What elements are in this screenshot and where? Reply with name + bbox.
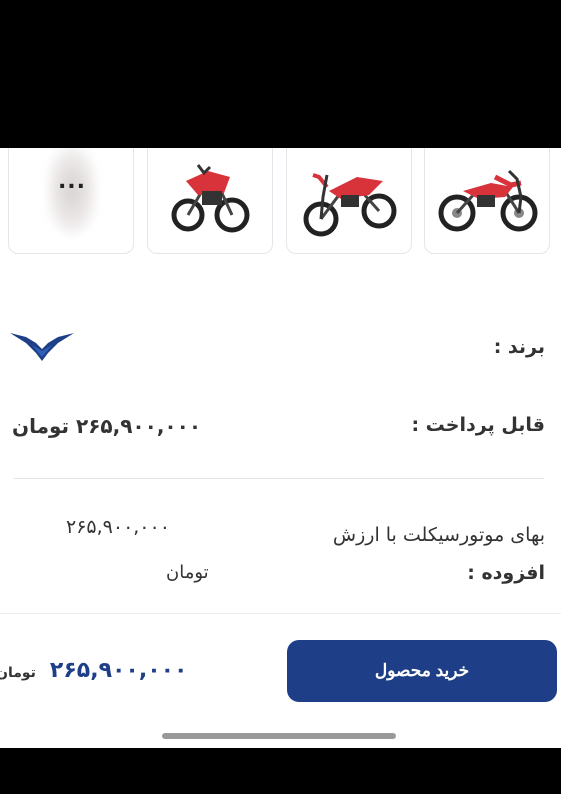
product-screen: ... برند : قابل پرداخت : ۲۶۵,۹۰۰,۰۰۰ توم… <box>0 148 561 748</box>
footer-price: ۲۶۵,۹۰۰,۰۰۰ تومان <box>0 658 188 683</box>
vat-price-amount: ۲۶۵,۹۰۰,۰۰۰ <box>66 516 170 538</box>
gallery-thumbnail[interactable] <box>286 148 412 254</box>
payable-label: قابل پرداخت : <box>411 414 545 436</box>
vat-price-unit: تومان <box>166 562 209 583</box>
divider <box>14 478 544 479</box>
payable-value: ۲۶۵,۹۰۰,۰۰۰ تومان <box>12 414 202 438</box>
motorcycle-image <box>438 169 538 232</box>
footer-price-unit: تومان <box>0 665 36 681</box>
navigation-bar-area <box>0 748 561 794</box>
gallery-thumbnail[interactable] <box>147 148 273 254</box>
gallery-more-thumbnail[interactable]: ... <box>8 148 134 254</box>
status-bar-area <box>0 0 561 148</box>
brand-logo <box>10 333 74 361</box>
purchase-bar: خرید محصول ۲۶۵,۹۰۰,۰۰۰ تومان <box>0 613 561 748</box>
buy-product-button[interactable]: خرید محصول <box>287 640 557 702</box>
more-dots-icon: ... <box>57 169 87 194</box>
vat-price-label-line2: افزوده : <box>467 562 545 584</box>
vat-price-label-line1: بهای موتورسیکلت با ارزش <box>332 524 545 546</box>
home-indicator[interactable] <box>162 733 396 739</box>
motorcycle-image <box>303 173 397 237</box>
motorcycle-image <box>171 164 250 233</box>
gallery-thumbnail[interactable] <box>424 148 550 254</box>
image-gallery: ... <box>0 148 561 256</box>
brand-label: برند : <box>493 336 545 358</box>
footer-price-amount: ۲۶۵,۹۰۰,۰۰۰ <box>49 658 188 683</box>
